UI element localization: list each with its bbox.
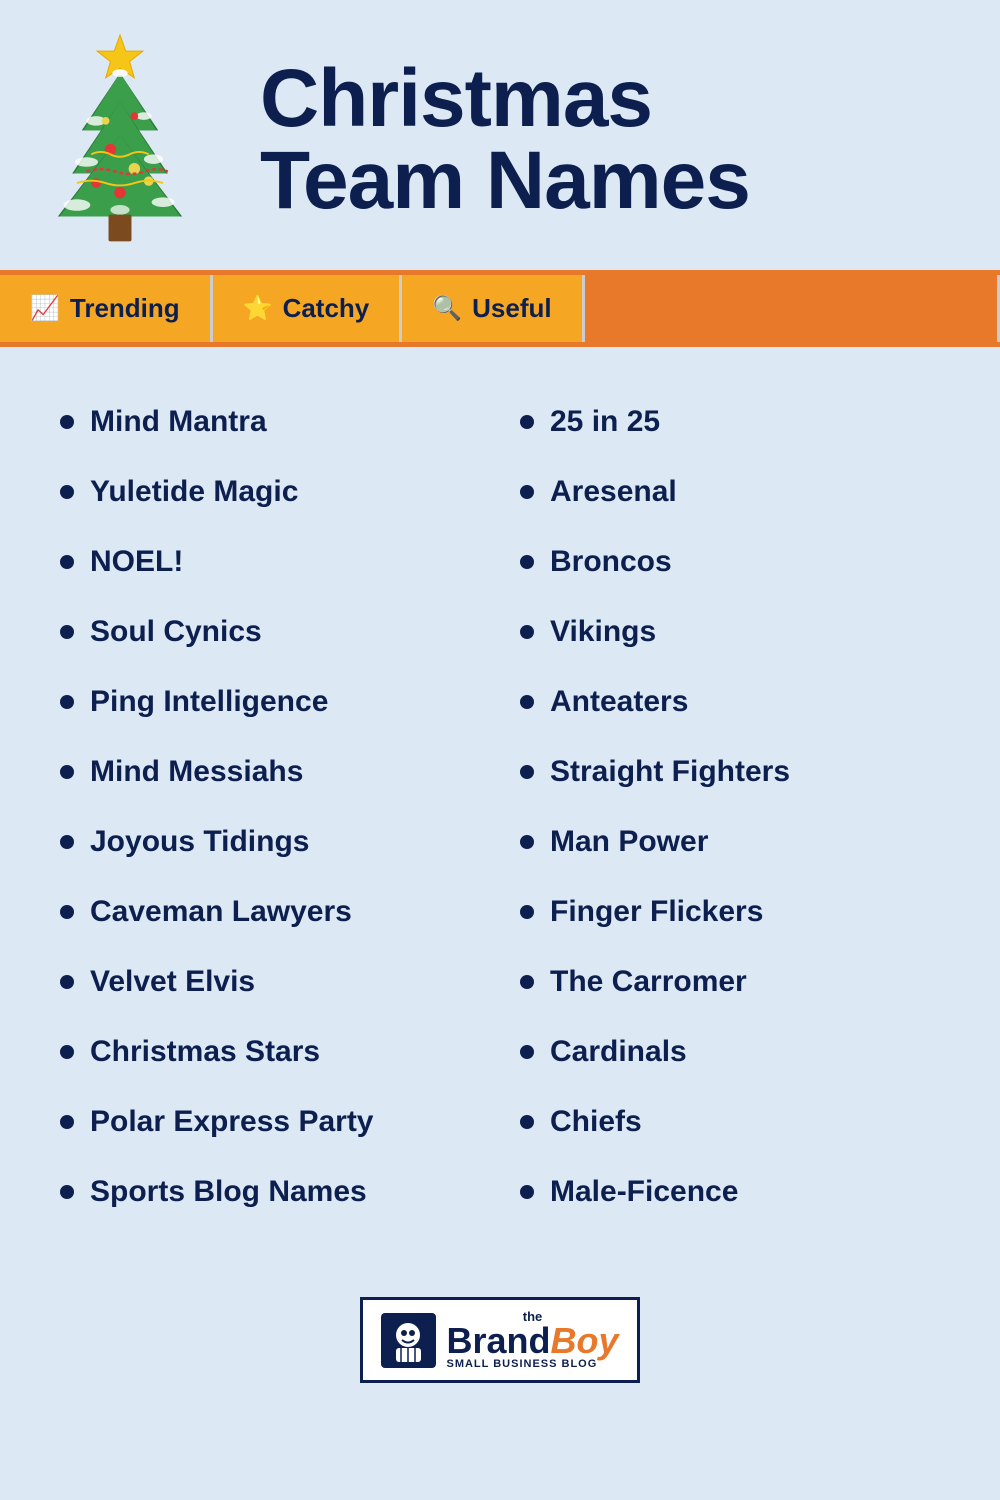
bullet-icon [60, 1045, 74, 1059]
tab-catchy-label: Catchy [283, 293, 370, 324]
tab-trending-label: Trending [70, 293, 180, 324]
item-text: Vikings [550, 615, 656, 649]
catchy-icon: ⭐ [243, 294, 273, 323]
bullet-icon [60, 835, 74, 849]
logo-sub-text: SMALL BUSINESS BLOG [446, 1359, 618, 1370]
item-text: 25 in 25 [550, 405, 660, 439]
list-item: 25 in 25 [520, 387, 940, 457]
list-item: NOEL! [60, 527, 480, 597]
item-text: Ping Intelligence [90, 685, 328, 719]
bullet-icon [520, 1115, 534, 1129]
list-item: Christmas Stars [60, 1017, 480, 1087]
header: Christmas Team Names [0, 0, 1000, 270]
bullet-icon [520, 625, 534, 639]
item-text: Chiefs [550, 1105, 642, 1139]
tab-trending[interactable]: 📈 Trending [0, 275, 213, 342]
bullet-icon [60, 625, 74, 639]
logo-text: the BrandBoy SMALL BUSINESS BLOG [446, 1310, 618, 1370]
item-text: The Carromer [550, 965, 747, 999]
list-item: Chiefs [520, 1087, 940, 1157]
left-column: Mind Mantra Yuletide Magic NOEL! Soul Cynic… [60, 387, 480, 1227]
list-item: Sports Blog Names [60, 1157, 480, 1227]
right-column: 25 in 25 Aresenal Broncos Vikings Anteaters S… [520, 387, 940, 1227]
item-text: Polar Express Party [90, 1105, 374, 1139]
list-item: Vikings [520, 597, 940, 667]
item-text: Joyous Tidings [90, 825, 309, 859]
item-text: Christmas Stars [90, 1035, 320, 1069]
list-item: Aresenal [520, 457, 940, 527]
main-title: Christmas Team Names [260, 58, 960, 222]
list-item: Finger Flickers [520, 877, 940, 947]
tab-catchy[interactable]: ⭐ Catchy [213, 275, 403, 342]
bullet-icon [60, 695, 74, 709]
bullet-icon [520, 1045, 534, 1059]
list-item: Joyous Tidings [60, 807, 480, 877]
bullet-icon [520, 1185, 534, 1199]
list-item: Anteaters [520, 667, 940, 737]
bullet-icon [520, 485, 534, 499]
item-text: Velvet Elvis [90, 965, 255, 999]
bullet-icon [60, 1115, 74, 1129]
list-item: Broncos [520, 527, 940, 597]
item-text: Anteaters [550, 685, 688, 719]
title-container: Christmas Team Names [240, 58, 960, 222]
tabs-bar: 📈 Trending ⭐ Catchy 🔍 Useful [0, 270, 1000, 347]
item-text: Aresenal [550, 475, 677, 509]
item-text: Man Power [550, 825, 708, 859]
two-column-list: Mind Mantra Yuletide Magic NOEL! Soul Cynic… [60, 387, 940, 1227]
tab-useful[interactable]: 🔍 Useful [402, 275, 584, 342]
item-text: Soul Cynics [90, 615, 262, 649]
bullet-icon [60, 485, 74, 499]
list-item: Mind Messiahs [60, 737, 480, 807]
tab-more[interactable] [585, 275, 1000, 342]
list-item: Male-Ficence [520, 1157, 940, 1227]
bullet-icon [520, 765, 534, 779]
footer: the BrandBoy SMALL BUSINESS BLOG [0, 1267, 1000, 1423]
item-text: Broncos [550, 545, 672, 579]
list-item: Polar Express Party [60, 1087, 480, 1157]
list-item: The Carromer [520, 947, 940, 1017]
item-text: Cardinals [550, 1035, 687, 1069]
list-item: Cardinals [520, 1017, 940, 1087]
trending-icon: 📈 [30, 294, 60, 323]
item-text: NOEL! [90, 545, 183, 579]
bullet-icon [60, 415, 74, 429]
logo-face-icon [381, 1313, 436, 1368]
bullet-icon [60, 765, 74, 779]
tab-useful-label: Useful [472, 293, 551, 324]
list-item: Soul Cynics [60, 597, 480, 667]
content-area: Mind Mantra Yuletide Magic NOEL! Soul Cynic… [0, 347, 1000, 1267]
list-item: Yuletide Magic [60, 457, 480, 527]
bullet-icon [520, 695, 534, 709]
bullet-icon [520, 835, 534, 849]
list-item: Man Power [520, 807, 940, 877]
bullet-icon [60, 1185, 74, 1199]
bullet-icon [60, 555, 74, 569]
list-item: Velvet Elvis [60, 947, 480, 1017]
item-text: Straight Fighters [550, 755, 790, 789]
brandboy-logo: the BrandBoy SMALL BUSINESS BLOG [360, 1297, 639, 1383]
list-item: Mind Mantra [60, 387, 480, 457]
bullet-icon [60, 905, 74, 919]
logo-brand-text: BrandBoy [446, 1323, 618, 1359]
list-item: Ping Intelligence [60, 667, 480, 737]
useful-icon: 🔍 [432, 294, 462, 323]
item-text: Caveman Lawyers [90, 895, 352, 929]
list-item: Straight Fighters [520, 737, 940, 807]
christmas-tree-image [20, 30, 240, 250]
item-text: Mind Messiahs [90, 755, 303, 789]
item-text: Mind Mantra [90, 405, 267, 439]
bullet-icon [60, 975, 74, 989]
item-text: Sports Blog Names [90, 1175, 367, 1209]
item-text: Male-Ficence [550, 1175, 738, 1209]
bullet-icon [520, 975, 534, 989]
item-text: Yuletide Magic [90, 475, 298, 509]
item-text: Finger Flickers [550, 895, 763, 929]
bullet-icon [520, 555, 534, 569]
bullet-icon [520, 905, 534, 919]
list-item: Caveman Lawyers [60, 877, 480, 947]
bullet-icon [520, 415, 534, 429]
